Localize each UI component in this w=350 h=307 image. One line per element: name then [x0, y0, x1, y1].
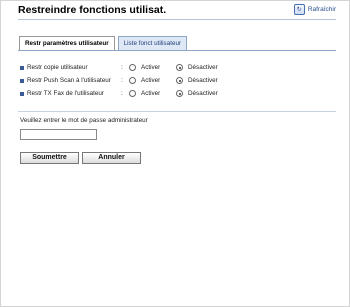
- admin-password-input[interactable]: [20, 129, 97, 140]
- radio-unchecked-icon: [129, 90, 136, 97]
- radio-unchecked-icon: [129, 64, 136, 71]
- separator: :: [121, 90, 123, 97]
- settings-list: Restr copie utilisateur : Activer Désact…: [20, 61, 218, 100]
- setting-row-copie: Restr copie utilisateur : Activer Désact…: [20, 61, 218, 74]
- setting-label: Restr TX Fax de l'utilisateur: [27, 90, 105, 97]
- radio-label: Désactiver: [188, 90, 218, 97]
- cancel-button[interactable]: Annuler: [82, 152, 141, 164]
- radio-label: Activer: [141, 64, 161, 71]
- tab-liste-fonct-utilisateur[interactable]: Liste fonct utilisateur: [117, 36, 188, 50]
- title-divider: [18, 19, 336, 20]
- square-bullet-icon: [20, 65, 24, 70]
- separator: :: [121, 64, 123, 71]
- radio-desactiver[interactable]: Désactiver: [176, 77, 218, 84]
- radio-label: Activer: [141, 90, 161, 97]
- radio-desactiver[interactable]: Désactiver: [176, 90, 218, 97]
- radio-activer[interactable]: Activer: [129, 90, 176, 97]
- radio-activer[interactable]: Activer: [129, 64, 176, 71]
- square-bullet-icon: [20, 91, 24, 96]
- refresh-button[interactable]: ↻ Rafraîchir: [293, 4, 336, 15]
- tab-divider: [18, 50, 336, 51]
- submit-button[interactable]: Soumettre: [20, 152, 79, 164]
- radio-label: Désactiver: [188, 64, 218, 71]
- tab-bar: Restr paramètres utilisateur Liste fonct…: [19, 36, 188, 50]
- radio-activer[interactable]: Activer: [129, 77, 176, 84]
- square-bullet-icon: [20, 78, 24, 83]
- setting-label: Restr copie utilisateur: [27, 64, 88, 71]
- radio-checked-icon: [176, 77, 183, 84]
- page-title: Restreindre fonctions utilisat.: [18, 4, 167, 16]
- radio-unchecked-icon: [129, 77, 136, 84]
- setting-row-tx-fax: Restr TX Fax de l'utilisateur : Activer …: [20, 87, 218, 100]
- radio-checked-icon: [176, 90, 183, 97]
- refresh-label: Rafraîchir: [307, 6, 336, 13]
- tab-restr-parametres-utilisateur[interactable]: Restr paramètres utilisateur: [19, 36, 115, 50]
- setting-row-push-scan: Restr Push Scan à l'utilisateur : Active…: [20, 74, 218, 87]
- radio-checked-icon: [176, 64, 183, 71]
- section-divider: [18, 111, 336, 112]
- radio-label: Désactiver: [188, 77, 218, 84]
- radio-label: Activer: [141, 77, 161, 84]
- setting-label: Restr Push Scan à l'utilisateur: [27, 77, 111, 84]
- separator: :: [121, 77, 123, 84]
- radio-desactiver[interactable]: Désactiver: [176, 64, 218, 71]
- refresh-icon: ↻: [293, 4, 305, 15]
- password-label: Veuillez entrer le mot de passe administ…: [20, 117, 148, 124]
